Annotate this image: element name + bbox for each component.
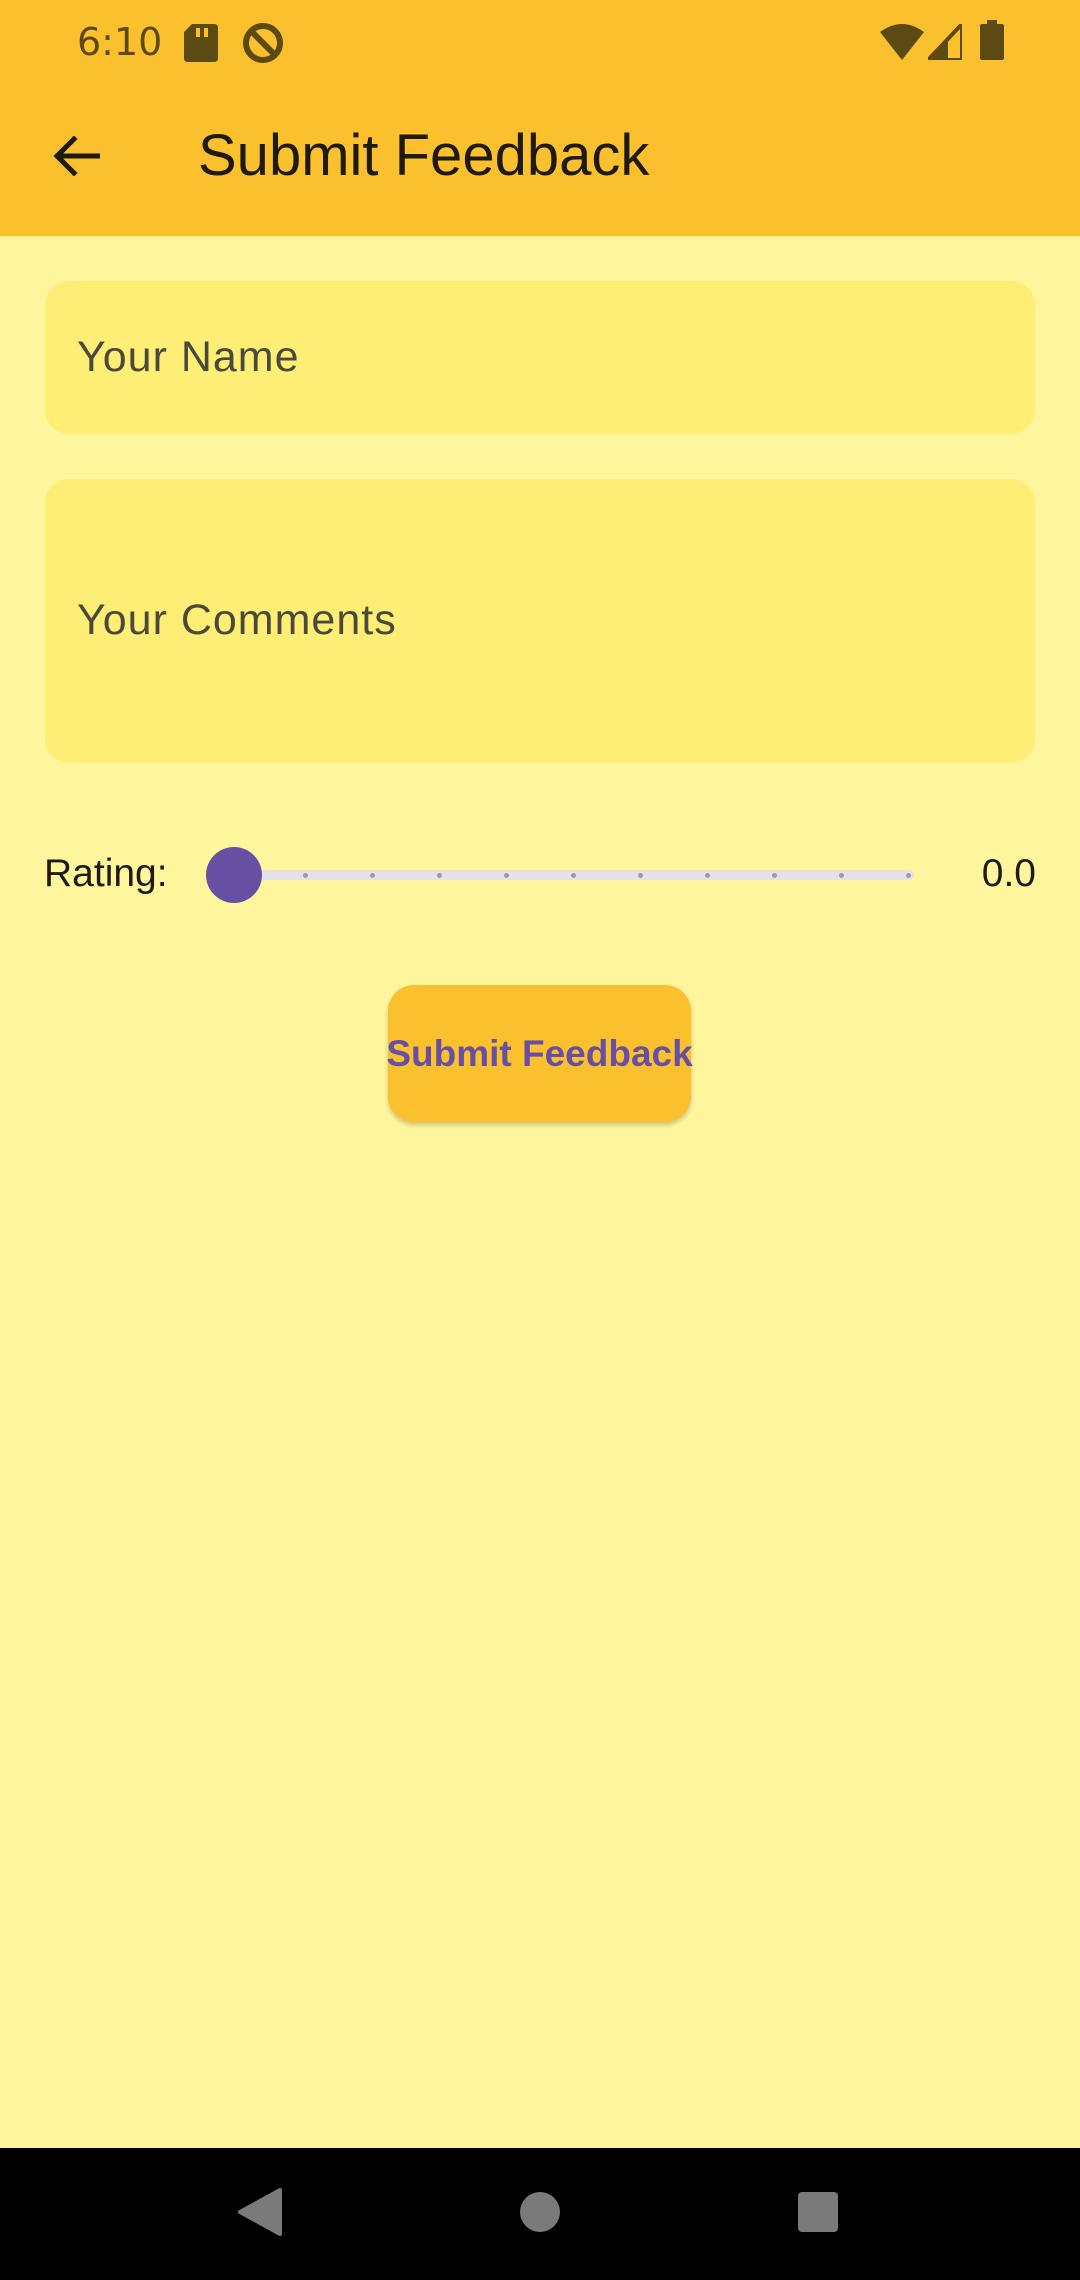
slider-tick [437, 873, 442, 878]
comments-input[interactable]: Your Comments [45, 479, 1035, 763]
slider-tick [772, 873, 777, 878]
page-title: Submit Feedback [198, 123, 650, 188]
slider-tick [303, 873, 308, 878]
sd-card-icon [184, 24, 218, 67]
rating-label: Rating: [44, 852, 168, 895]
comments-placeholder: Your Comments [77, 596, 397, 644]
recents-square-icon[interactable] [797, 2188, 839, 2241]
name-placeholder: Your Name [77, 333, 300, 381]
name-input[interactable]: Your Name [45, 281, 1035, 434]
do-not-disturb-icon [242, 22, 284, 69]
slider-tick [906, 873, 911, 878]
wifi-icon [880, 24, 924, 65]
slider-tick [504, 873, 509, 878]
home-circle-icon[interactable] [518, 2188, 562, 2241]
arrow-back-icon [52, 134, 101, 181]
slider-tick [638, 873, 643, 878]
back-triangle-icon[interactable] [236, 2188, 282, 2241]
slider-tick [571, 873, 576, 878]
signal-icon [923, 18, 964, 65]
slider-tick [705, 873, 710, 878]
submit-feedback-button[interactable]: Submit Feedback [386, 985, 693, 1122]
slider-tick [839, 873, 844, 878]
battery-icon [980, 20, 1004, 65]
app-bar: 6:10 Submit Feedback [0, 0, 1080, 236]
status-time: 6:10 [77, 20, 163, 64]
rating-value: 0.0 [981, 852, 1036, 895]
back-button[interactable] [36, 118, 116, 198]
slider-thumb[interactable] [206, 847, 262, 903]
slider-tick [370, 873, 375, 878]
system-nav-bar [0, 2148, 1080, 2280]
rating-slider[interactable] [206, 840, 926, 910]
